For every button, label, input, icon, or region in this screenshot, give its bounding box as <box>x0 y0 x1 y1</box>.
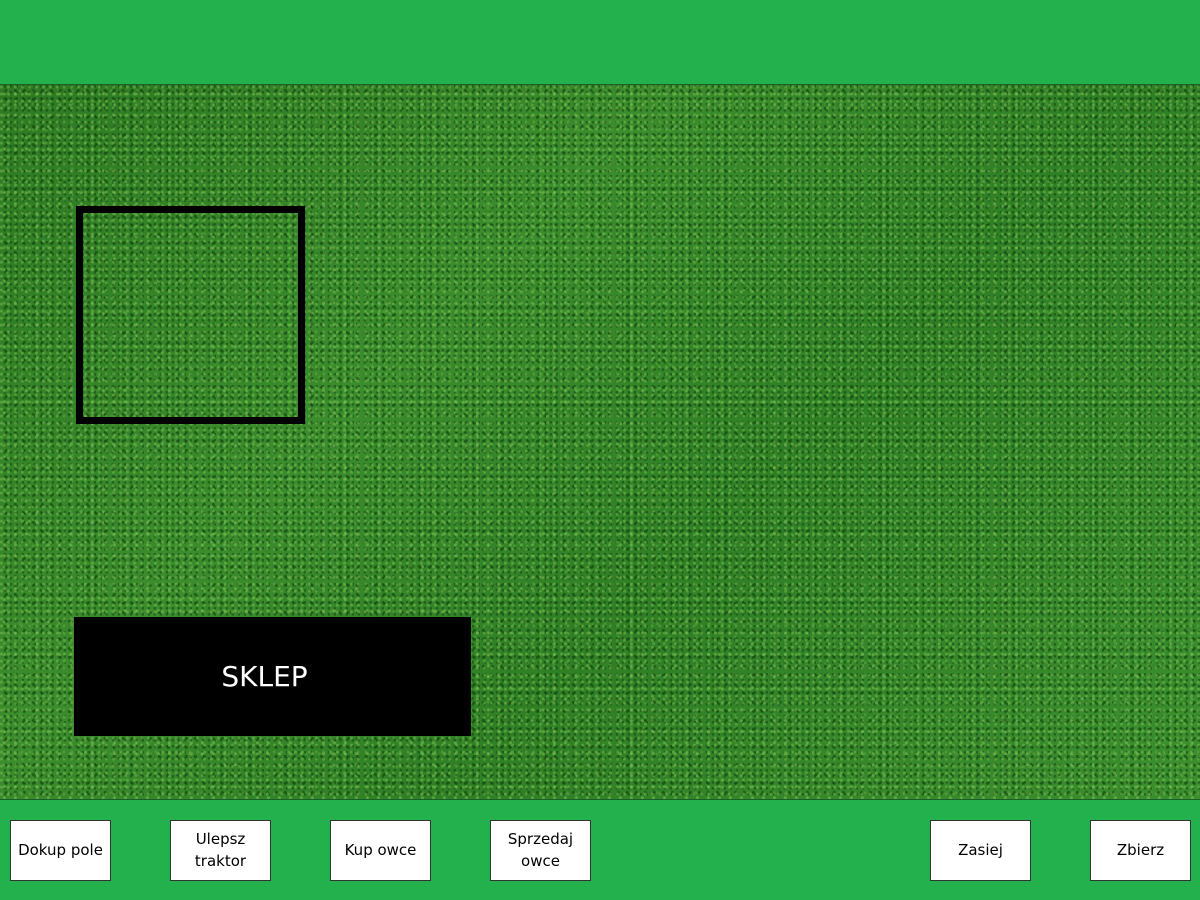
sell-sheep-label: Sprzedaj owce <box>507 829 574 870</box>
sow-label: Zasiej <box>958 840 1003 859</box>
shop-button[interactable]: SKLEP <box>74 617 471 736</box>
sell-sheep-button[interactable]: Sprzedaj owce <box>490 820 591 881</box>
sow-button[interactable]: Zasiej <box>930 820 1031 881</box>
upgrade-tractor-label: Ulepsz traktor <box>194 829 247 870</box>
top-bar <box>0 0 1200 85</box>
harvest-button[interactable]: Zbierz <box>1090 820 1191 881</box>
harvest-label: Zbierz <box>1116 840 1165 859</box>
buy-sheep-button[interactable]: Kup owce <box>330 820 431 881</box>
buy-field-button[interactable]: Dokup pole <box>10 820 111 881</box>
buy-sheep-label: Kup owce <box>344 840 417 859</box>
buy-field-label: Dokup pole <box>18 840 103 859</box>
field-plot[interactable] <box>76 206 305 424</box>
upgrade-tractor-button[interactable]: Ulepsz traktor <box>170 820 271 881</box>
